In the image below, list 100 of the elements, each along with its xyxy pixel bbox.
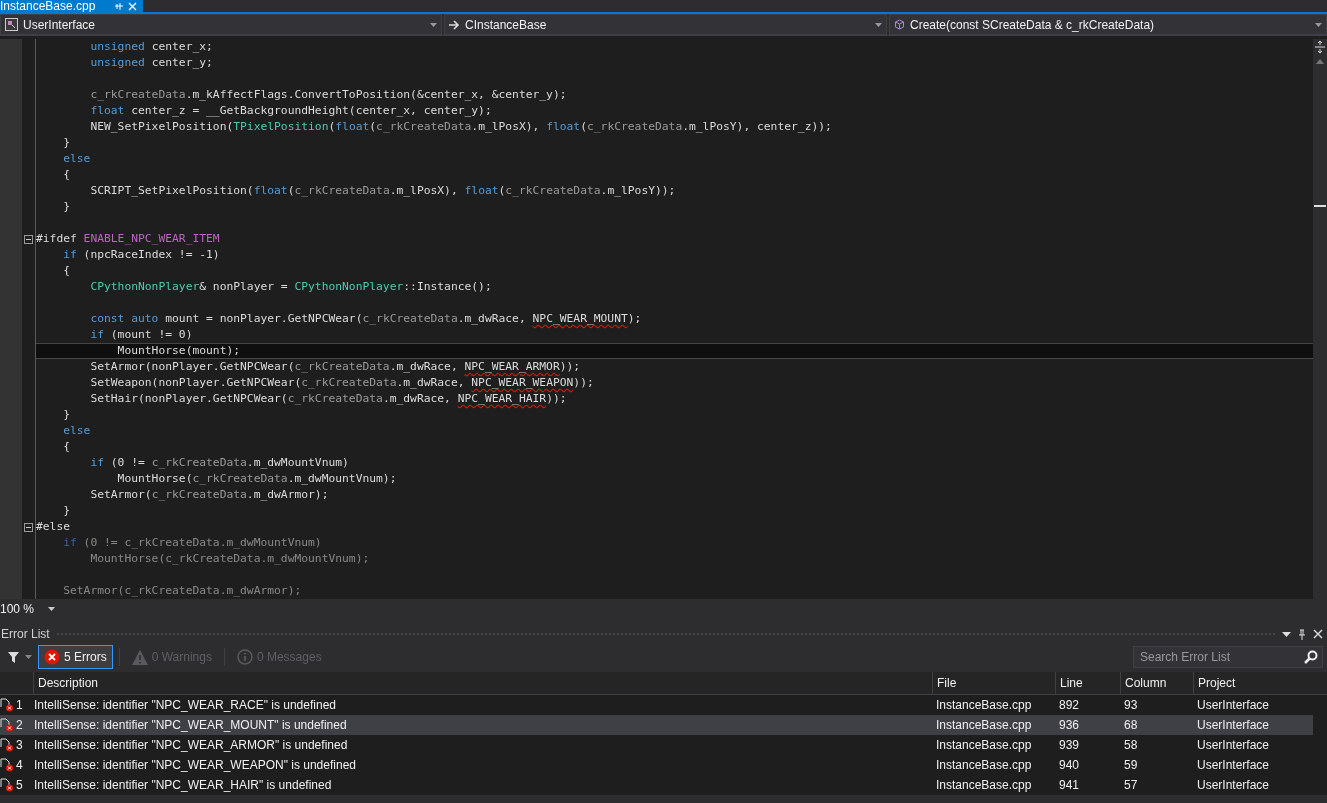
pin-icon[interactable]	[1297, 628, 1307, 640]
file-cell-text: InstanceBase.cpp	[935, 718, 1033, 732]
code-line: {	[62, 440, 70, 453]
line-cell-text: 939	[1058, 738, 1081, 752]
caret-icon	[430, 22, 437, 27]
code-line: MountHorse(mount);	[116, 344, 241, 357]
file-error-icon	[0, 758, 14, 772]
project-cell-text: UserInterface	[1196, 758, 1271, 772]
collapse-icon[interactable]	[24, 234, 33, 244]
description-cell-text: IntelliSense: identifier "NPC_WEAR_MOUNT" is undefined	[33, 718, 348, 732]
member-dropdown[interactable]: Create(const SCreateData & c_rkCreateData)	[889, 14, 1327, 35]
file-error-icon	[0, 718, 14, 732]
cube-icon	[894, 19, 905, 30]
file-error-icon	[0, 698, 14, 712]
row-number: 1	[16, 698, 23, 712]
column-cell-text: 68	[1123, 718, 1139, 732]
code-line: #ifdef ENABLE_NPC_WEAR_ITEM	[36, 232, 220, 245]
description-cell-text: IntelliSense: identifier "NPC_WEAR_HAIR" is undefined	[33, 778, 333, 792]
code-line: if (0 != c_rkCreateData.m_dwMountVnum)	[62, 536, 322, 549]
caret-icon	[875, 22, 882, 27]
file-error-icon	[0, 778, 14, 792]
code-line: {	[62, 168, 70, 181]
file-cell-text: InstanceBase.cpp	[935, 758, 1033, 772]
code-line: const auto mount = nonPlayer.GetNPCWear(c_rkCreateData.m_dwRace, NPC_WEAR_MOUNT);	[89, 312, 642, 325]
error-icon	[44, 649, 60, 665]
code-line: SetArmor(c_rkCreateData.m_dwArmor);	[89, 488, 329, 501]
code-line: CPythonNonPlayer& nonPlayer = CPythonNonPlayer::Instance();	[89, 280, 492, 293]
column-header[interactable]: File	[932, 672, 1055, 694]
code-line: if (0 != c_rkCreateData.m_dwMountVnum)	[89, 456, 349, 469]
scroll-up-icon[interactable]	[1316, 59, 1324, 64]
code-line: SetArmor(c_rkCreateData.m_dwArmor);	[62, 584, 302, 597]
class-dropdown[interactable]: CInstanceBase	[444, 14, 887, 35]
code-line: }	[62, 200, 70, 213]
zoom-dropdown[interactable]: 100 %	[0, 602, 60, 616]
code-line: unsigned center_y;	[89, 56, 213, 69]
code-line: }	[62, 408, 70, 421]
code-line: if (mount != 0)	[89, 328, 193, 341]
code-line: SCRIPT_SetPixelPosition(float(c_rkCreateData.m_lPosX), float(c_rkCreateData.m_lPosY));	[89, 184, 676, 197]
caret-icon	[48, 607, 56, 611]
line-cell-text: 892	[1058, 698, 1081, 712]
description-cell-text: IntelliSense: identifier "NPC_WEAR_ARMOR" is undefined	[33, 738, 349, 752]
code-line: NEW_SetPixelPosition(TPixelPosition(float(c_rkCreateData.m_lPosX), float(c_rkCreateData.m_lPosY), center_z));	[89, 120, 832, 133]
close-icon[interactable]	[1313, 629, 1323, 639]
info-icon	[236, 649, 253, 665]
project-dropdown[interactable]: UserInterface	[0, 14, 442, 35]
caret-icon	[1315, 22, 1322, 27]
project-cell-text: UserInterface	[1196, 778, 1271, 792]
column-cell-text: 58	[1123, 738, 1139, 752]
row-number: 5	[16, 778, 23, 792]
column-header[interactable]: Description	[33, 672, 932, 694]
collapse-icon[interactable]	[24, 522, 33, 532]
file-cell-text: InstanceBase.cpp	[935, 738, 1033, 752]
row-number: 3	[16, 738, 23, 752]
code-line: SetHair(nonPlayer.GetNPCWear(c_rkCreateData.m_dwRace, NPC_WEAR_HAIR));	[89, 392, 567, 405]
row-number: 4	[16, 758, 23, 772]
code-line: else	[62, 152, 91, 165]
code-line: else	[62, 424, 91, 437]
search-icon[interactable]	[1304, 650, 1318, 664]
code-line: }	[62, 504, 70, 517]
column-cell-text: 59	[1123, 758, 1139, 772]
code-line: }	[62, 136, 70, 149]
error-row[interactable]: 2 IntelliSense: identifier "NPC_WEAR_MOUNT" is undefined InstanceBase.cpp 936 68 UserInterface	[0, 715, 1313, 735]
column-header[interactable]: Line	[1055, 672, 1120, 694]
file-error-icon	[0, 738, 14, 752]
column-cell-text: 57	[1123, 778, 1139, 792]
caret-icon[interactable]	[25, 655, 32, 659]
code-line: MountHorse(c_rkCreateData.m_dwMountVnum);	[116, 472, 397, 485]
column-cell-text: 93	[1123, 698, 1139, 712]
vertical-scrollbar[interactable]	[1313, 39, 1327, 599]
code-line: SetWeapon(nonPlayer.GetNPCWear(c_rkCreateData.m_dwRace, NPC_WEAR_WEAPON));	[89, 376, 594, 389]
code-line: #else	[36, 520, 70, 533]
code-line: SetArmor(nonPlayer.GetNPCWear(c_rkCreateData.m_dwRace, NPC_WEAR_ARMOR));	[89, 360, 581, 373]
line-cell-text: 941	[1058, 778, 1081, 792]
row-number: 2	[16, 718, 23, 732]
code-line: unsigned center_x;	[89, 40, 213, 53]
project-cell-text: UserInterface	[1196, 738, 1271, 752]
line-cell-text: 936	[1058, 718, 1081, 732]
panel-title: Error List	[1, 627, 50, 641]
filter-icon[interactable]	[8, 651, 19, 663]
code-line: {	[62, 264, 70, 277]
column-header[interactable]: Project	[1193, 672, 1313, 694]
project-cell-text: UserInterface	[1196, 698, 1271, 712]
project-icon	[5, 18, 18, 31]
filter-toggle[interactable]: 5 Errors	[38, 645, 113, 669]
arrow-icon	[449, 19, 460, 30]
column-header[interactable]: Column	[1120, 672, 1193, 694]
split-icon[interactable]	[1315, 41, 1325, 53]
code-line: MountHorse(c_rkCreateData.m_dwMountVnum);	[89, 552, 370, 565]
search-field[interactable]: Search Error List	[1133, 646, 1323, 668]
dropdown-icon[interactable]	[1282, 631, 1291, 637]
file-cell-text: InstanceBase.cpp	[935, 698, 1033, 712]
code-line: if (npcRaceIndex != -1)	[62, 248, 220, 261]
line-cell-text: 940	[1058, 758, 1081, 772]
code-line: c_rkCreateData.m_kAffectFlags.ConvertToPosition(&center_x, &center_y);	[89, 88, 567, 101]
project-cell-text: UserInterface	[1196, 718, 1271, 732]
code-line: float center_z = __GetBackgroundHeight(center_x, center_y);	[89, 104, 492, 117]
description-cell-text: IntelliSense: identifier "NPC_WEAR_RACE" is undefined	[33, 698, 337, 712]
warning-icon	[131, 649, 148, 665]
file-cell-text: InstanceBase.cpp	[935, 778, 1033, 792]
description-cell-text: IntelliSense: identifier "NPC_WEAR_WEAPON" is undefined	[33, 758, 357, 772]
